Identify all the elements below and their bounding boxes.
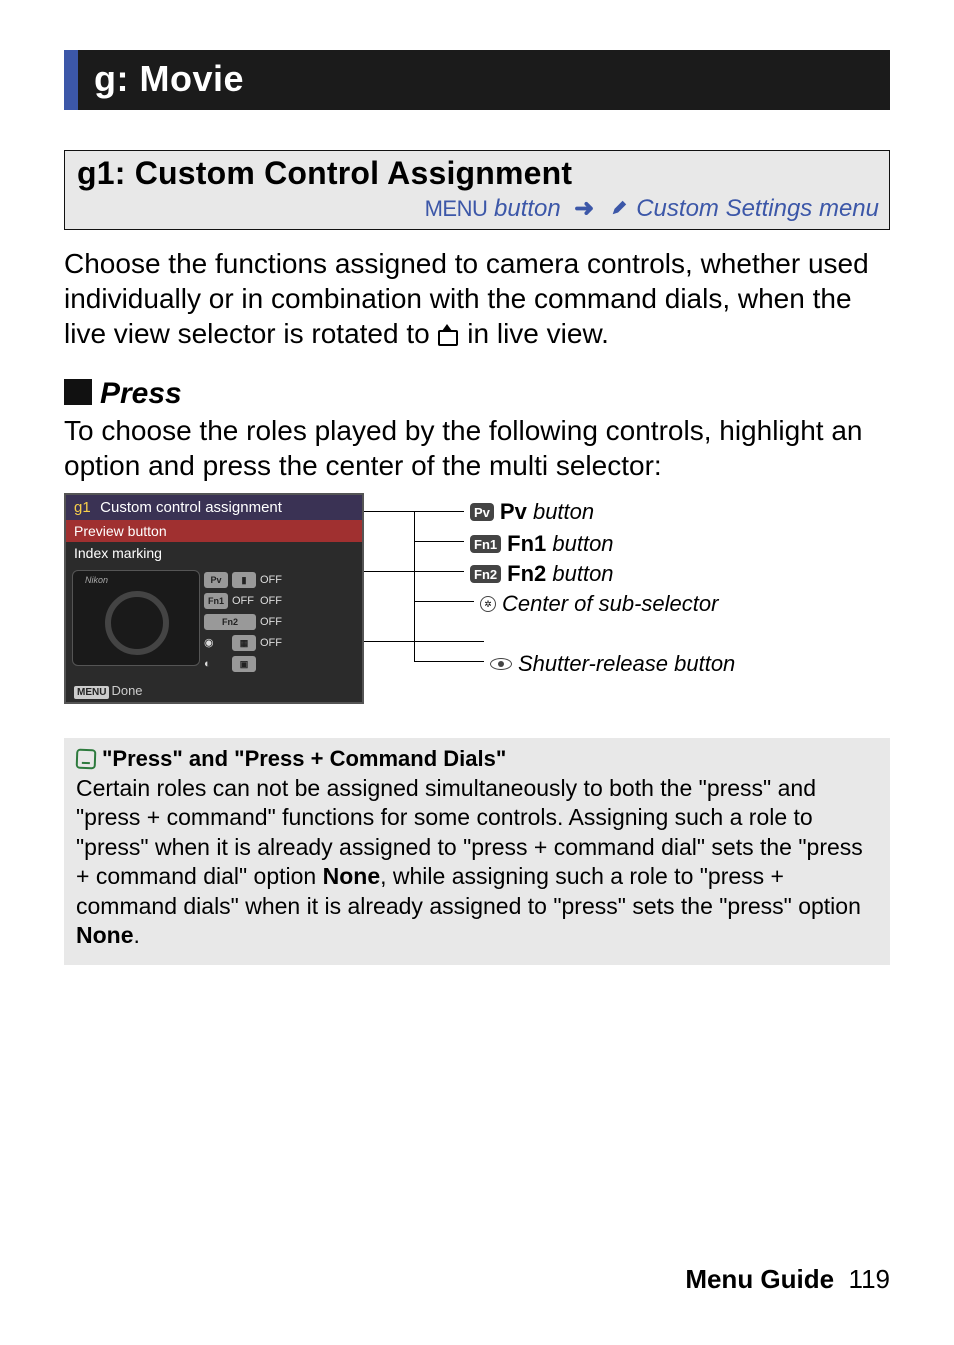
leader-line <box>414 541 464 542</box>
leader-line <box>414 601 474 602</box>
press-heading: Press <box>64 377 890 411</box>
intro-paragraph: Choose the functions assigned to camera … <box>64 246 890 351</box>
button-word: button <box>494 195 561 222</box>
lcd-ic: Fn2 <box>204 614 256 630</box>
camera-silhouette-icon <box>72 570 200 666</box>
lcd-val: OFF <box>260 616 356 628</box>
note-none-2: None <box>76 922 134 948</box>
lcd-val: OFF <box>232 595 256 607</box>
callout-sub-text: Center of sub-selector <box>502 591 718 617</box>
lcd-footer: MENUDone <box>66 679 362 702</box>
lcd-grid: Pv ▮ OFF Fn1 OFF OFF Fn2 OFF ◉ ▦ OFF ◐ ▣ <box>204 570 356 673</box>
callout-fn2-rest: button <box>552 561 613 586</box>
lcd-val: OFF <box>260 595 356 607</box>
press-body: To choose the roles played by the follow… <box>64 413 890 483</box>
menu-label: MENU <box>425 196 488 221</box>
callout-pv-rest: button <box>533 499 594 524</box>
callout-bracket <box>414 511 415 661</box>
screenshot-row: g1 Custom control assignment Preview but… <box>64 493 890 704</box>
callout-panel: Pv Pv button Fn1 Fn1 button Fn2 Fn2 butt… <box>364 493 864 693</box>
arrow-icon: ➜ <box>574 195 594 222</box>
lcd-titlebar: g1 Custom control assignment <box>66 495 362 520</box>
note-none-1: None <box>323 863 381 889</box>
lcd-ic: Pv <box>204 572 228 588</box>
callout-sub-selector: ✲ Center of sub-selector <box>480 591 718 617</box>
leader-line <box>364 571 464 572</box>
footer-page-number: 119 <box>849 1264 890 1294</box>
note-title: "Press" and "Press + Command Dials" <box>76 746 878 772</box>
menu-name: Custom Settings menu <box>636 195 879 222</box>
lcd-selected-row: Preview button <box>66 520 362 542</box>
section-banner: g: Movie <box>64 50 890 110</box>
fn2-badge-icon: Fn2 <box>470 565 501 583</box>
lcd-ic: ▦ <box>232 635 256 651</box>
page-footer: Menu Guide 119 <box>685 1264 890 1295</box>
lcd-header-title: Custom control assignment <box>100 499 282 516</box>
lcd-footer-badge: MENU <box>74 686 109 699</box>
leader-line <box>364 511 464 512</box>
callout-fn1-rest: button <box>552 531 613 556</box>
note-icon <box>76 749 97 770</box>
callout-fn2: Fn2 Fn2 button <box>470 561 614 587</box>
lcd-ic: ◉ <box>204 636 228 649</box>
lcd-body: Pv ▮ OFF Fn1 OFF OFF Fn2 OFF ◉ ▦ OFF ◐ ▣ <box>66 564 362 679</box>
callout-fn1-bold: Fn1 <box>507 531 546 556</box>
note-box: "Press" and "Press + Command Dials" Cert… <box>64 738 890 965</box>
movie-mode-icon <box>438 324 460 346</box>
sub-selector-icon: ✲ <box>480 596 496 612</box>
leader-line <box>414 661 484 662</box>
shutter-icon <box>490 658 512 670</box>
footer-label: Menu Guide <box>685 1264 834 1294</box>
note-body: Certain roles can not be assigned simult… <box>76 774 878 951</box>
lcd-ic: Fn1 <box>204 593 228 609</box>
pv-badge-icon: Pv <box>470 503 494 521</box>
callout-shutter-text: Shutter-release button <box>518 651 735 677</box>
callout-pv-bold: Pv <box>500 499 527 524</box>
intro-text-b: in live view. <box>460 318 609 349</box>
menu-path: MENU button ➜ Custom Settings menu <box>65 194 889 229</box>
pencil-icon <box>610 199 628 217</box>
lcd-val: OFF <box>260 574 356 586</box>
note-body-c: . <box>134 922 140 948</box>
callout-fn2-bold: Fn2 <box>507 561 546 586</box>
camera-lcd-screenshot: g1 Custom control assignment Preview but… <box>64 493 364 704</box>
lcd-header-prefix: g1 <box>74 499 96 516</box>
fn1-badge-icon: Fn1 <box>470 535 501 553</box>
lcd-subline: Index marking <box>66 542 362 564</box>
lcd-footer-text: Done <box>111 683 142 698</box>
note-title-text: "Press" and "Press + Command Dials" <box>102 746 506 771</box>
heading-marker-icon <box>64 379 92 405</box>
callout-pv: Pv Pv button <box>470 499 594 525</box>
press-heading-text: Press <box>100 377 182 410</box>
lcd-val: OFF <box>260 637 356 649</box>
callout-fn1: Fn1 Fn1 button <box>470 531 614 557</box>
section-title: g: Movie <box>94 58 244 99</box>
lcd-ic: ◐ <box>204 658 228 670</box>
leader-line <box>364 641 484 642</box>
lcd-ic: ▮ <box>232 572 256 588</box>
lcd-ic: ▣ <box>232 656 256 672</box>
subsection-box: g1: Custom Control Assignment MENU butto… <box>64 150 890 230</box>
callout-shutter: Shutter-release button <box>490 651 735 677</box>
subsection-title: g1: Custom Control Assignment <box>65 151 889 194</box>
